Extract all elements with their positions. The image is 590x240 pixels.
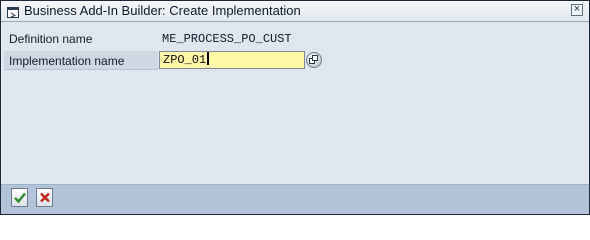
create-implementation-dialog: Business Add-In Builder: Create Implemen…	[0, 0, 590, 215]
value-help-icon	[309, 55, 318, 64]
title-bar[interactable]: Business Add-In Builder: Create Implemen…	[1, 1, 589, 22]
window-title: Business Add-In Builder: Create Implemen…	[24, 3, 301, 18]
text-cursor	[207, 52, 210, 65]
definition-name-value: ME_PROCESS_PO_CUST	[162, 32, 292, 46]
button-bar	[1, 184, 589, 214]
value-help-button[interactable]	[306, 52, 322, 68]
definition-name-label: Definition name	[9, 32, 93, 46]
cancel-button[interactable]	[36, 188, 53, 207]
check-icon	[14, 192, 26, 203]
ok-button[interactable]	[11, 188, 28, 207]
implementation-name-label: Implementation name	[9, 54, 125, 68]
close-icon[interactable]: ×	[571, 4, 583, 16]
implementation-name-input[interactable]: ZPO_01	[159, 51, 305, 69]
window-icon	[7, 5, 19, 18]
cancel-icon	[40, 192, 50, 203]
implementation-name-value: ZPO_01	[163, 53, 207, 67]
